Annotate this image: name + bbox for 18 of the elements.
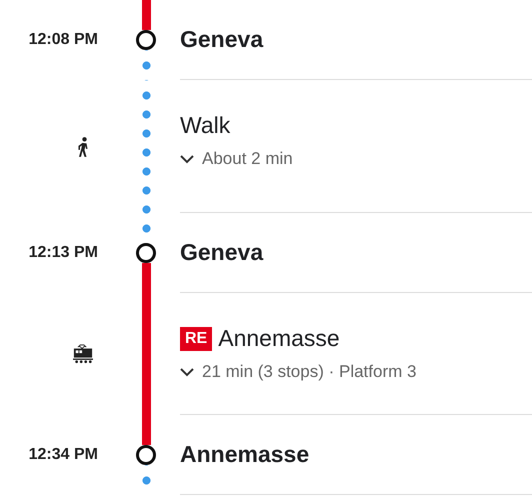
departure-time: 12:13 PM: [28, 243, 99, 263]
walking-person-icon: [78, 136, 88, 156]
leg-detail: About 2 min: [202, 149, 293, 169]
line-badge: RE: [180, 326, 212, 350]
train-icon: [72, 344, 94, 364]
leg-title: Annemasse: [218, 325, 340, 352]
stop-name: Geneva: [180, 26, 264, 53]
departure-time: 12:34 PM: [28, 445, 99, 465]
stop-name: Annemasse: [180, 441, 310, 468]
stop-marker: [136, 30, 156, 50]
chevron-down-icon[interactable]: [180, 367, 194, 377]
leg-detail: 21 min (3 stops) · Platform 3: [202, 362, 416, 382]
leg-title: Walk: [180, 112, 230, 139]
chevron-down-icon[interactable]: [180, 154, 194, 164]
departure-time: 12:08 PM: [28, 30, 99, 50]
stop-name: Geneva: [180, 239, 264, 266]
stop-marker: [136, 445, 156, 465]
stop-marker: [136, 243, 156, 263]
